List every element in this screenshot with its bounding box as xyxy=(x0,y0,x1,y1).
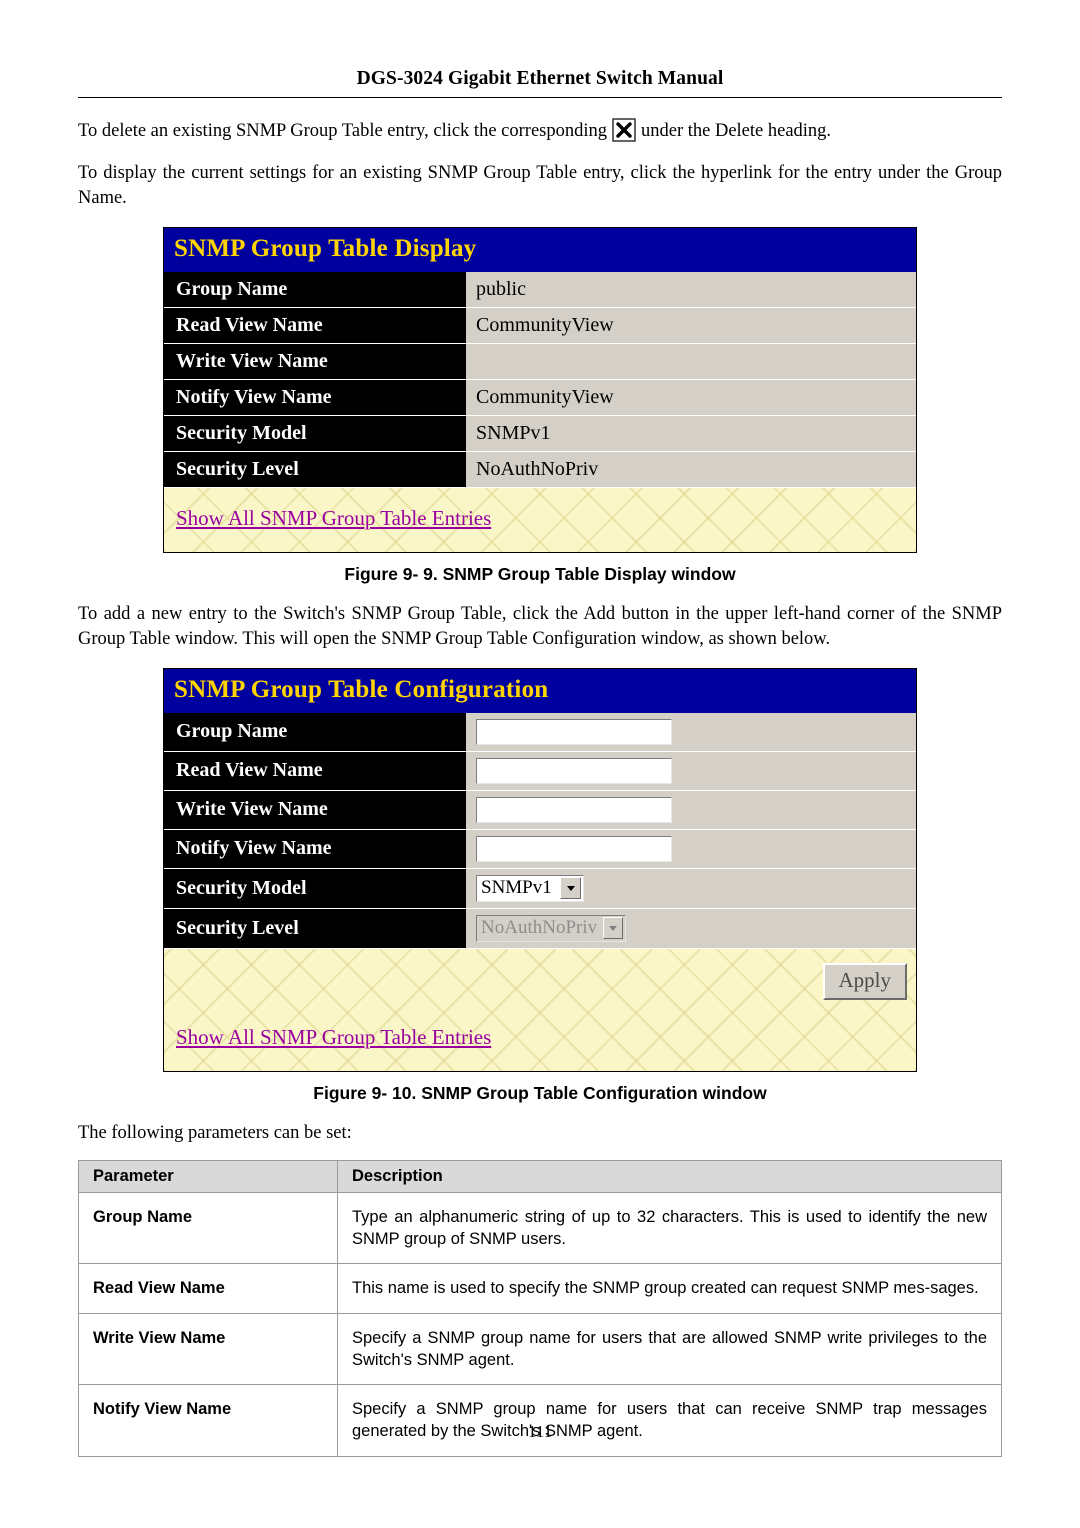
row-label: Notify View Name xyxy=(164,379,466,416)
table-row: Notify View Name Specify a SNMP group na… xyxy=(78,1384,1002,1457)
row-label: Read View Name xyxy=(164,307,466,344)
row-label: Security Level xyxy=(164,908,466,949)
snmp-group-table-display-window: SNMP Group Table Display Group Name publ… xyxy=(163,226,917,553)
parameter-description: Specify a SNMP group name for users that… xyxy=(337,1312,1002,1386)
row-value: NoAuthNoPriv xyxy=(466,908,916,949)
row-value xyxy=(466,712,916,752)
delete-x-icon xyxy=(609,118,639,142)
row-label: Security Model xyxy=(164,415,466,452)
column-header-description: Description xyxy=(337,1159,1002,1193)
paragraph-following-parameters: The following parameters can be set: xyxy=(78,1122,352,1143)
row-label: Group Name xyxy=(164,712,466,752)
row-value: CommunityView xyxy=(466,379,916,416)
snmp-group-table-configuration-window: SNMP Group Table Configuration Group Nam… xyxy=(163,667,917,1072)
column-header-parameter: Parameter xyxy=(78,1159,338,1193)
security-level-select[interactable]: NoAuthNoPriv xyxy=(476,914,626,942)
parameter-name: Notify View Name xyxy=(78,1384,338,1457)
table-row: Notify View Name xyxy=(164,829,916,869)
chevron-down-icon[interactable] xyxy=(560,877,581,900)
table-row: Read View Name xyxy=(164,751,916,791)
row-label: Write View Name xyxy=(164,790,466,830)
parameter-table: Parameter Description Group Name Type an… xyxy=(78,1159,1002,1457)
notify-view-name-input[interactable] xyxy=(476,835,672,862)
paragraph-delete-instruction: To delete an existing SNMP Group Table e… xyxy=(78,118,1002,144)
table-row: Security Level NoAuthNoPriv xyxy=(164,908,916,949)
table-row: Read View Name CommunityView xyxy=(164,307,916,344)
paragraph-display-instruction: To display the current settings for an e… xyxy=(78,162,1002,208)
row-value: SNMPv1 xyxy=(466,415,916,452)
parameter-name: Read View Name xyxy=(78,1263,338,1314)
row-label: Notify View Name xyxy=(164,829,466,869)
row-value: NoAuthNoPriv xyxy=(466,451,916,488)
table-row: Security Level NoAuthNoPriv xyxy=(164,451,916,488)
table-row: Write View Name xyxy=(164,343,916,380)
parameter-description: Type an alphanumeric string of up to 32 … xyxy=(337,1191,1002,1265)
parameter-description: Specify a SNMP group name for users that… xyxy=(337,1384,1002,1457)
row-label: Security Model xyxy=(164,868,466,909)
table-row: Group Name Type an alphanumeric string o… xyxy=(78,1191,1002,1265)
row-label: Group Name xyxy=(164,271,466,308)
group-name-input[interactable] xyxy=(476,718,672,745)
row-label: Read View Name xyxy=(164,751,466,791)
config-window-title: SNMP Group Table Configuration xyxy=(164,668,916,713)
table-header-row: Parameter Description xyxy=(78,1159,1002,1193)
row-value: CommunityView xyxy=(466,307,916,344)
table-row: Write View Name Specify a SNMP group nam… xyxy=(78,1312,1002,1386)
parameter-description: This name is used to specify the SNMP gr… xyxy=(337,1263,1002,1314)
security-model-value: SNMPv1 xyxy=(481,877,552,899)
config-window-footer: Apply Show All SNMP Group Table Entries xyxy=(164,948,916,1071)
write-view-name-input[interactable] xyxy=(476,796,672,823)
display-window-footer: Show All SNMP Group Table Entries xyxy=(164,487,916,552)
chevron-down-icon[interactable] xyxy=(603,917,623,940)
parameter-name: Group Name xyxy=(78,1191,338,1265)
page-title: DGS-3024 Gigabit Ethernet Switch Manual xyxy=(356,68,724,89)
security-model-select[interactable]: SNMPv1 xyxy=(476,874,584,902)
figure-caption-9-9: Figure 9- 9. SNMP Group Table Display wi… xyxy=(344,563,736,584)
show-all-entries-link[interactable]: Show All SNMP Group Table Entries xyxy=(164,949,491,1050)
table-row: Group Name xyxy=(164,712,916,752)
row-value xyxy=(466,790,916,830)
row-value xyxy=(466,829,916,869)
figure-caption-9-10: Figure 9- 10. SNMP Group Table Configura… xyxy=(313,1082,767,1103)
apply-button[interactable]: Apply xyxy=(822,962,907,1000)
row-value xyxy=(466,751,916,791)
table-row: Group Name public xyxy=(164,271,916,308)
page: DGS-3024 Gigabit Ethernet Switch Manual … xyxy=(0,0,1080,1528)
row-value: public xyxy=(466,271,916,308)
page-number: 111 xyxy=(527,1422,553,1441)
config-window-rows: Group Name Read View Name Write View Nam… xyxy=(164,712,916,949)
paragraph-delete-after: under the Delete heading. xyxy=(641,121,832,141)
table-row: Write View Name xyxy=(164,790,916,830)
paragraph-add-entry: To add a new entry to the Switch's SNMP … xyxy=(78,603,1002,649)
display-window-title: SNMP Group Table Display xyxy=(164,227,916,272)
table-row: Security Model SNMPv1 xyxy=(164,415,916,452)
display-window-rows: Group Name public Read View Name Communi… xyxy=(164,271,916,488)
table-row: Security Model SNMPv1 xyxy=(164,868,916,909)
paragraph-delete-before: To delete an existing SNMP Group Table e… xyxy=(78,121,607,141)
table-row: Notify View Name CommunityView xyxy=(164,379,916,416)
show-all-entries-link[interactable]: Show All SNMP Group Table Entries xyxy=(164,488,491,531)
read-view-name-input[interactable] xyxy=(476,757,672,784)
table-row: Read View Name This name is used to spec… xyxy=(78,1263,1002,1314)
parameter-name: Write View Name xyxy=(78,1312,338,1386)
security-level-value: NoAuthNoPriv xyxy=(481,917,598,939)
row-label: Write View Name xyxy=(164,343,466,380)
header-divider xyxy=(78,97,1002,98)
row-value xyxy=(466,343,916,380)
row-label: Security Level xyxy=(164,451,466,488)
row-value: SNMPv1 xyxy=(466,868,916,909)
